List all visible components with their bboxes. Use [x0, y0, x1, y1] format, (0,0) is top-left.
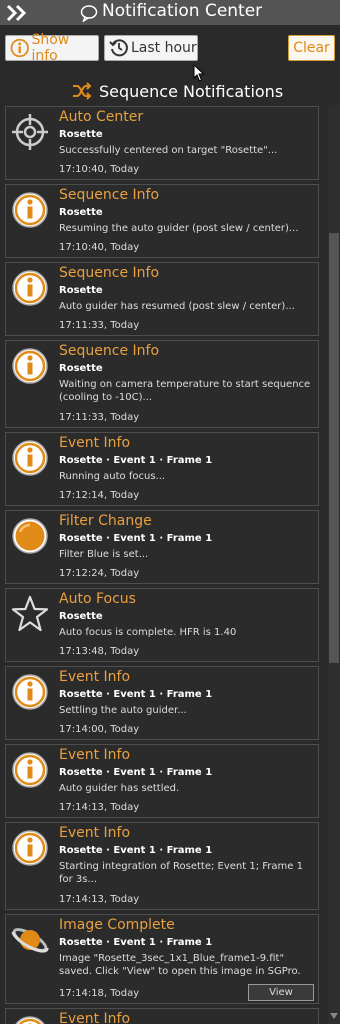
info-icon — [12, 270, 48, 306]
notification-card[interactable]: Filter Change Rosette · Event 1 · Frame … — [5, 510, 319, 584]
notification-card[interactable]: Event Info — [5, 1008, 319, 1024]
notification-card[interactable]: Sequence Info Rosette Waiting on camera … — [5, 340, 319, 428]
notification-target: Rosette — [59, 363, 103, 374]
notification-target: Rosette — [59, 207, 103, 218]
notification-message: Auto guider has resumed (post slew / cen… — [59, 301, 295, 312]
notification-list[interactable]: Auto Center Rosette Successfully centere… — [0, 105, 328, 1024]
star-icon — [11, 595, 49, 632]
notification-card[interactable]: Event Info Rosette · Event 1 · Frame 1 A… — [5, 744, 319, 818]
notification-time: 17:13:48, Today — [59, 646, 140, 657]
notification-message: Successfully centered on target "Rosette… — [59, 145, 278, 156]
toolbar: Show info Last hour Clear — [0, 25, 340, 73]
notification-message: Filter Blue is set... — [59, 549, 149, 560]
title-bar: Notification Center — [0, 0, 340, 25]
notification-time: 17:12:14, Today — [59, 490, 140, 501]
scrollbar-thumb[interactable] — [329, 233, 339, 663]
notification-card[interactable]: Auto Focus Rosette Auto focus is complet… — [5, 588, 319, 662]
scroll-down-arrow-icon[interactable] — [329, 1010, 339, 1022]
notification-time: 17:11:33, Today — [59, 320, 140, 331]
last-hour-label: Last hour — [131, 40, 197, 56]
last-hour-button[interactable]: Last hour — [104, 35, 198, 61]
view-image-button[interactable]: View — [248, 984, 314, 1001]
notification-target: Rosette — [59, 611, 103, 622]
notification-title: Event Info — [59, 825, 131, 841]
filter-icon — [12, 518, 48, 554]
speech-bubble-icon — [80, 5, 98, 22]
notification-time: 17:14:18, Today — [59, 988, 140, 999]
show-info-label: Show info — [31, 32, 70, 64]
notification-card[interactable]: Image Complete Rosette · Event 1 · Frame… — [5, 914, 319, 1004]
notification-message: Auto guider has settled. — [59, 783, 180, 794]
notification-time: 17:10:40, Today — [59, 164, 140, 175]
saturn-icon — [11, 928, 49, 953]
double-chevron-right-icon[interactable] — [6, 4, 28, 22]
shuffle-icon — [73, 82, 92, 100]
clear-label: Clear — [293, 40, 330, 56]
notification-title: Event Info — [59, 1011, 131, 1024]
notification-target: Rosette · Event 1 · Frame 1 — [59, 937, 213, 948]
notification-card[interactable]: Event Info Rosette · Event 1 · Frame 1 R… — [5, 432, 319, 506]
info-icon — [10, 38, 29, 58]
info-icon — [12, 348, 48, 384]
notification-target: Rosette · Event 1 · Frame 1 — [59, 455, 213, 466]
info-icon — [12, 752, 48, 788]
notification-message: Running auto focus... — [59, 471, 166, 482]
notification-target: Rosette — [59, 285, 103, 296]
notification-message: Resuming the auto guider (post slew / ce… — [59, 223, 299, 234]
notification-title: Event Info — [59, 669, 131, 685]
notification-message: Waiting on camera temperature to start s… — [59, 379, 311, 403]
notification-card[interactable]: Event Info Rosette · Event 1 · Frame 1 S… — [5, 822, 319, 910]
notification-title: Auto Focus — [59, 591, 136, 607]
notification-title: Sequence Info — [59, 187, 160, 203]
notification-target: Rosette — [59, 129, 103, 140]
info-icon — [12, 830, 48, 866]
notification-title: Auto Center — [59, 109, 144, 125]
notification-message: Starting integration of Rosette; Event 1… — [59, 861, 303, 885]
notification-message: Auto focus is complete. HFR is 1.40 — [59, 627, 237, 638]
notification-time: 17:12:24, Today — [59, 568, 140, 579]
notification-target: Rosette · Event 1 · Frame 1 — [59, 689, 213, 700]
notification-time: 17:11:33, Today — [59, 412, 140, 423]
info-icon — [12, 674, 48, 710]
notification-time: 17:14:00, Today — [59, 724, 140, 735]
info-icon — [12, 192, 48, 228]
notification-title: Event Info — [59, 435, 131, 451]
info-icon — [12, 440, 48, 476]
notification-title: Image Complete — [59, 917, 175, 933]
show-info-button[interactable]: Show info — [5, 32, 99, 64]
notification-title: Sequence Info — [59, 343, 160, 359]
notification-title: Sequence Info — [59, 265, 160, 281]
clear-button[interactable]: Clear — [288, 35, 335, 61]
notification-title: Event Info — [59, 747, 131, 763]
info-icon — [15, 1016, 45, 1024]
notification-target: Rosette · Event 1 · Frame 1 — [59, 533, 213, 544]
notification-time: 17:14:13, Today — [59, 894, 140, 905]
notification-card[interactable]: Sequence Info Rosette Auto guider has re… — [5, 262, 319, 336]
notification-message: Settling the auto guider... — [59, 705, 187, 716]
notification-message: Image "Rosette_3sec_1x1_Blue_frame1-9.fi… — [59, 953, 301, 977]
notification-card[interactable]: Auto Center Rosette Successfully centere… — [5, 106, 319, 180]
notification-title: Filter Change — [59, 513, 152, 529]
notification-time: 17:10:40, Today — [59, 242, 140, 253]
notification-target: Rosette · Event 1 · Frame 1 — [59, 845, 213, 856]
window-title: Notification Center — [102, 1, 263, 21]
notification-card[interactable]: Sequence Info Rosette Resuming the auto … — [5, 184, 319, 258]
notification-card[interactable]: Event Info Rosette · Event 1 · Frame 1 S… — [5, 666, 319, 740]
section-title: Sequence Notifications — [99, 82, 284, 101]
notification-target: Rosette · Event 1 · Frame 1 — [59, 767, 213, 778]
notification-time: 17:14:13, Today — [59, 802, 140, 813]
crosshair-icon — [12, 114, 48, 150]
section-header: Sequence Notifications — [0, 78, 340, 104]
history-clock-icon — [109, 39, 128, 57]
